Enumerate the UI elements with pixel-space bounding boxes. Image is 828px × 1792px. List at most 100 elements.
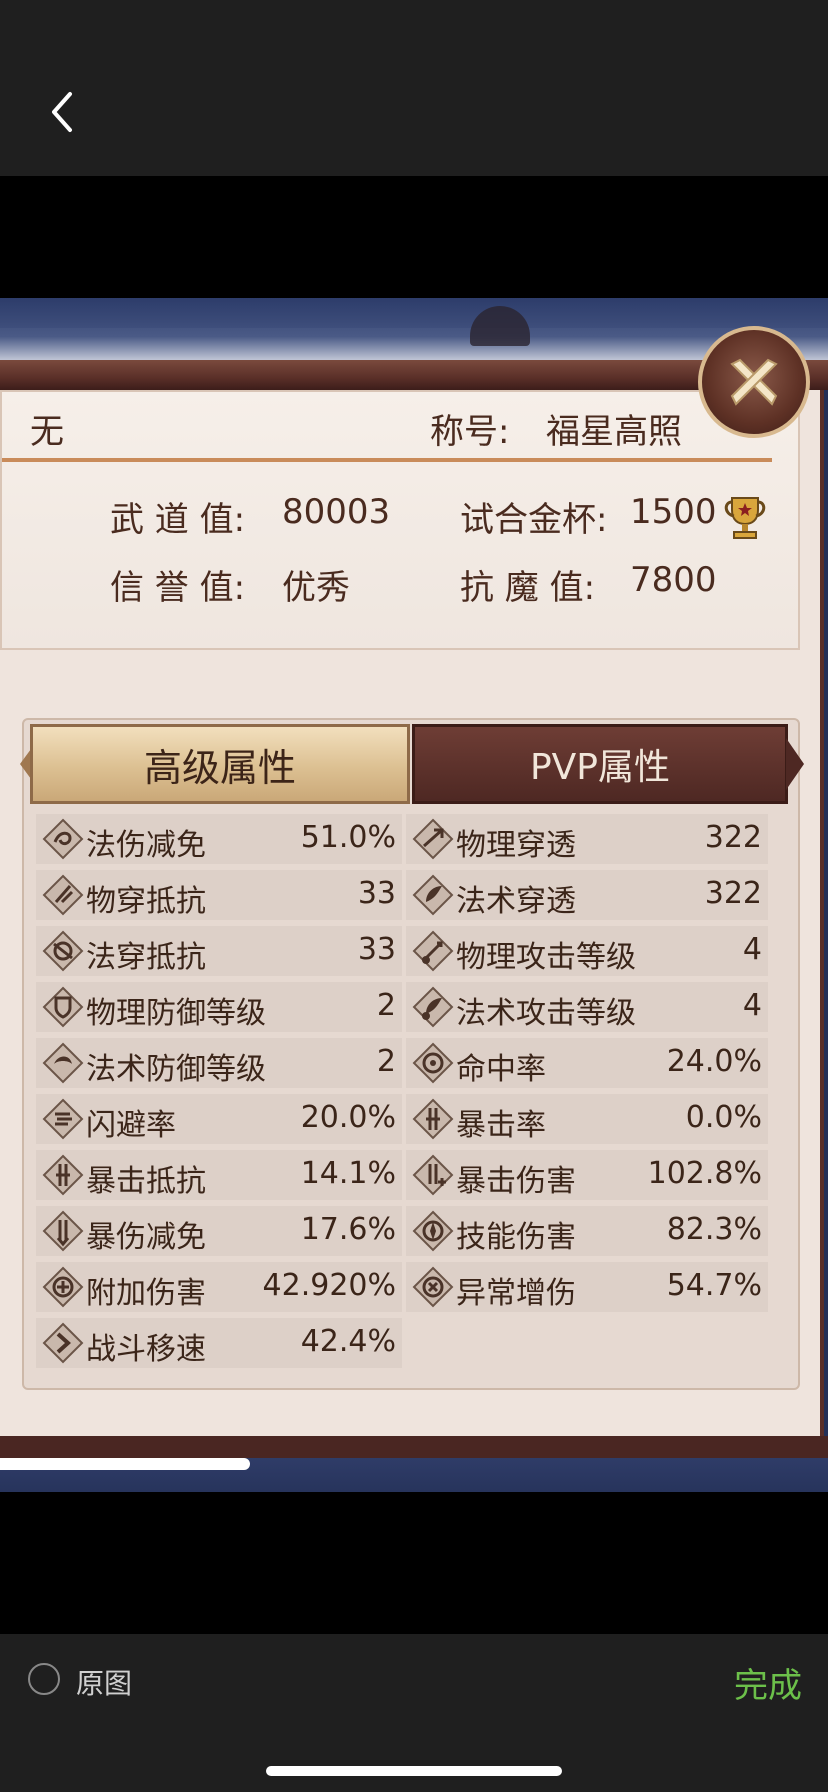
attr-label: 法术防御等级 [86, 1052, 266, 1087]
cup-label: 试合金杯: [460, 500, 608, 540]
attr-row-right: 物理攻击等级 4 [406, 926, 768, 976]
physical-pierce-icon [412, 818, 454, 860]
attr-value: 2 [376, 1044, 396, 1079]
pierce-resist-icon [42, 874, 84, 916]
attr-row-left: 法术防御等级 2 [36, 1038, 402, 1088]
attr-row-right: 暴击伤害 102.8% [406, 1150, 768, 1200]
title-label: 称号: [430, 412, 510, 452]
attr-value: 4 [742, 988, 762, 1023]
background-scenery [0, 298, 828, 328]
magic-reduction-icon [42, 818, 84, 860]
crit-damage-reduction-icon [42, 1210, 84, 1252]
attr-label: 法术穿透 [456, 884, 576, 919]
attr-label: 法穿抵抗 [86, 940, 206, 975]
attr-row-right: 命中率 24.0% [406, 1038, 768, 1088]
close-button[interactable] [698, 326, 810, 438]
attr-label: 闪避率 [86, 1108, 176, 1143]
magic-defense-level-icon [42, 1042, 84, 1084]
attr-value: 82.3% [666, 1212, 762, 1247]
original-image-label[interactable]: 原图 [76, 1662, 132, 1702]
physical-defense-level-icon [42, 986, 84, 1028]
hit-rate-icon [412, 1042, 454, 1084]
magic-pierce-resist-icon [42, 930, 84, 972]
attr-value: 24.0% [666, 1044, 762, 1079]
title-value: 福星高照 [546, 412, 682, 452]
attr-label: 暴伤减免 [86, 1220, 206, 1255]
horizontal-scroll-indicator [0, 1458, 250, 1470]
attr-row-left: 暴击抵抗 14.1% [36, 1150, 402, 1200]
attr-label: 暴击抵抗 [86, 1164, 206, 1199]
original-image-radio[interactable] [28, 1663, 60, 1695]
attr-label: 暴击伤害 [456, 1164, 576, 1199]
attr-value: 4 [742, 932, 762, 967]
attr-label: 命中率 [456, 1052, 546, 1087]
cup-value: 1500 [630, 492, 717, 532]
attr-value: 2 [376, 988, 396, 1023]
attr-label: 战斗移速 [86, 1332, 206, 1367]
attr-label: 法伤减免 [86, 828, 206, 863]
attr-label: 物理攻击等级 [456, 940, 636, 975]
tab-pvp-attributes[interactable]: PVP属性 [412, 724, 788, 804]
attr-row-right: 法术穿透 322 [406, 870, 768, 920]
magic-pierce-icon [412, 874, 454, 916]
attr-row-left: 法穿抵抗 33 [36, 926, 402, 976]
extra-damage-icon [42, 1266, 84, 1308]
attr-row-left: 暴伤减免 17.6% [36, 1206, 402, 1256]
tab-advanced-attributes[interactable]: 高级属性 [30, 724, 410, 804]
dodge-icon [42, 1098, 84, 1140]
skill-damage-icon [412, 1210, 454, 1252]
attr-row-right: 法术攻击等级 4 [406, 982, 768, 1032]
chevron-left-icon [52, 92, 72, 132]
physical-attack-level-icon [412, 930, 454, 972]
status-damage-bonus-icon [412, 1266, 454, 1308]
attr-value: 42.920% [262, 1268, 396, 1303]
attr-row-left: 闪避率 20.0% [36, 1094, 402, 1144]
attr-label: 物穿抵抗 [86, 884, 206, 919]
tab-advanced-label: 高级属性 [143, 745, 296, 790]
panel-bottom-border [0, 1436, 828, 1458]
wudao-value: 80003 [282, 492, 391, 532]
crit-resist-icon [42, 1154, 84, 1196]
attr-value: 51.0% [300, 820, 396, 855]
crit-damage-icon [412, 1154, 454, 1196]
attr-label: 技能伤害 [456, 1220, 576, 1255]
attr-row-right: 暴击率 0.0% [406, 1094, 768, 1144]
tab-pvp-label: PVP属性 [529, 747, 671, 788]
done-button[interactable]: 完成 [734, 1658, 802, 1707]
attr-value: 33 [357, 876, 396, 911]
attr-row-left: 附加伤害 42.920% [36, 1262, 402, 1312]
back-button[interactable] [40, 84, 84, 140]
attr-value: 20.0% [300, 1100, 396, 1135]
attr-label: 物理穿透 [456, 828, 576, 863]
attr-label: 暴击率 [456, 1108, 546, 1143]
attr-label: 附加伤害 [86, 1276, 206, 1311]
kangmo-value: 7800 [630, 560, 717, 600]
attr-value: 322 [704, 820, 762, 855]
attr-value: 54.7% [666, 1268, 762, 1303]
magic-attack-level-icon [412, 986, 454, 1028]
kangmo-label: 抗 魔 值: [460, 568, 596, 608]
attr-value: 14.1% [300, 1156, 396, 1191]
attr-label: 法术攻击等级 [456, 996, 636, 1031]
attr-value: 17.6% [300, 1212, 396, 1247]
game-screenshot: 无 称号: 福星高照 武 道 值: 80003 试合金杯: 1500 信 誉 值… [0, 298, 828, 1492]
header-divider [2, 458, 772, 462]
tab-right-arrow [786, 738, 804, 790]
attr-row-left: 战斗移速 42.4% [36, 1318, 402, 1368]
attr-row-right: 技能伤害 82.3% [406, 1206, 768, 1256]
crossed-swords-close-icon [730, 358, 778, 406]
crit-rate-icon [412, 1098, 454, 1140]
attr-value: 33 [357, 932, 396, 967]
player-info-card: 无 称号: 福星高照 武 道 值: 80003 试合金杯: 1500 信 誉 值… [0, 390, 800, 650]
sect-value: 无 [30, 412, 64, 452]
attr-label: 异常增伤 [456, 1276, 576, 1311]
home-indicator [266, 1766, 562, 1776]
attr-row-right: 物理穿透 322 [406, 814, 768, 864]
attr-row-left: 物理防御等级 2 [36, 982, 402, 1032]
attr-value: 322 [704, 876, 762, 911]
attr-value: 42.4% [300, 1324, 396, 1359]
attr-label: 物理防御等级 [86, 996, 266, 1031]
attr-value: 0.0% [685, 1100, 762, 1135]
xinyu-value: 优秀 [282, 568, 350, 608]
xinyu-label: 信 誉 值: [110, 568, 246, 608]
